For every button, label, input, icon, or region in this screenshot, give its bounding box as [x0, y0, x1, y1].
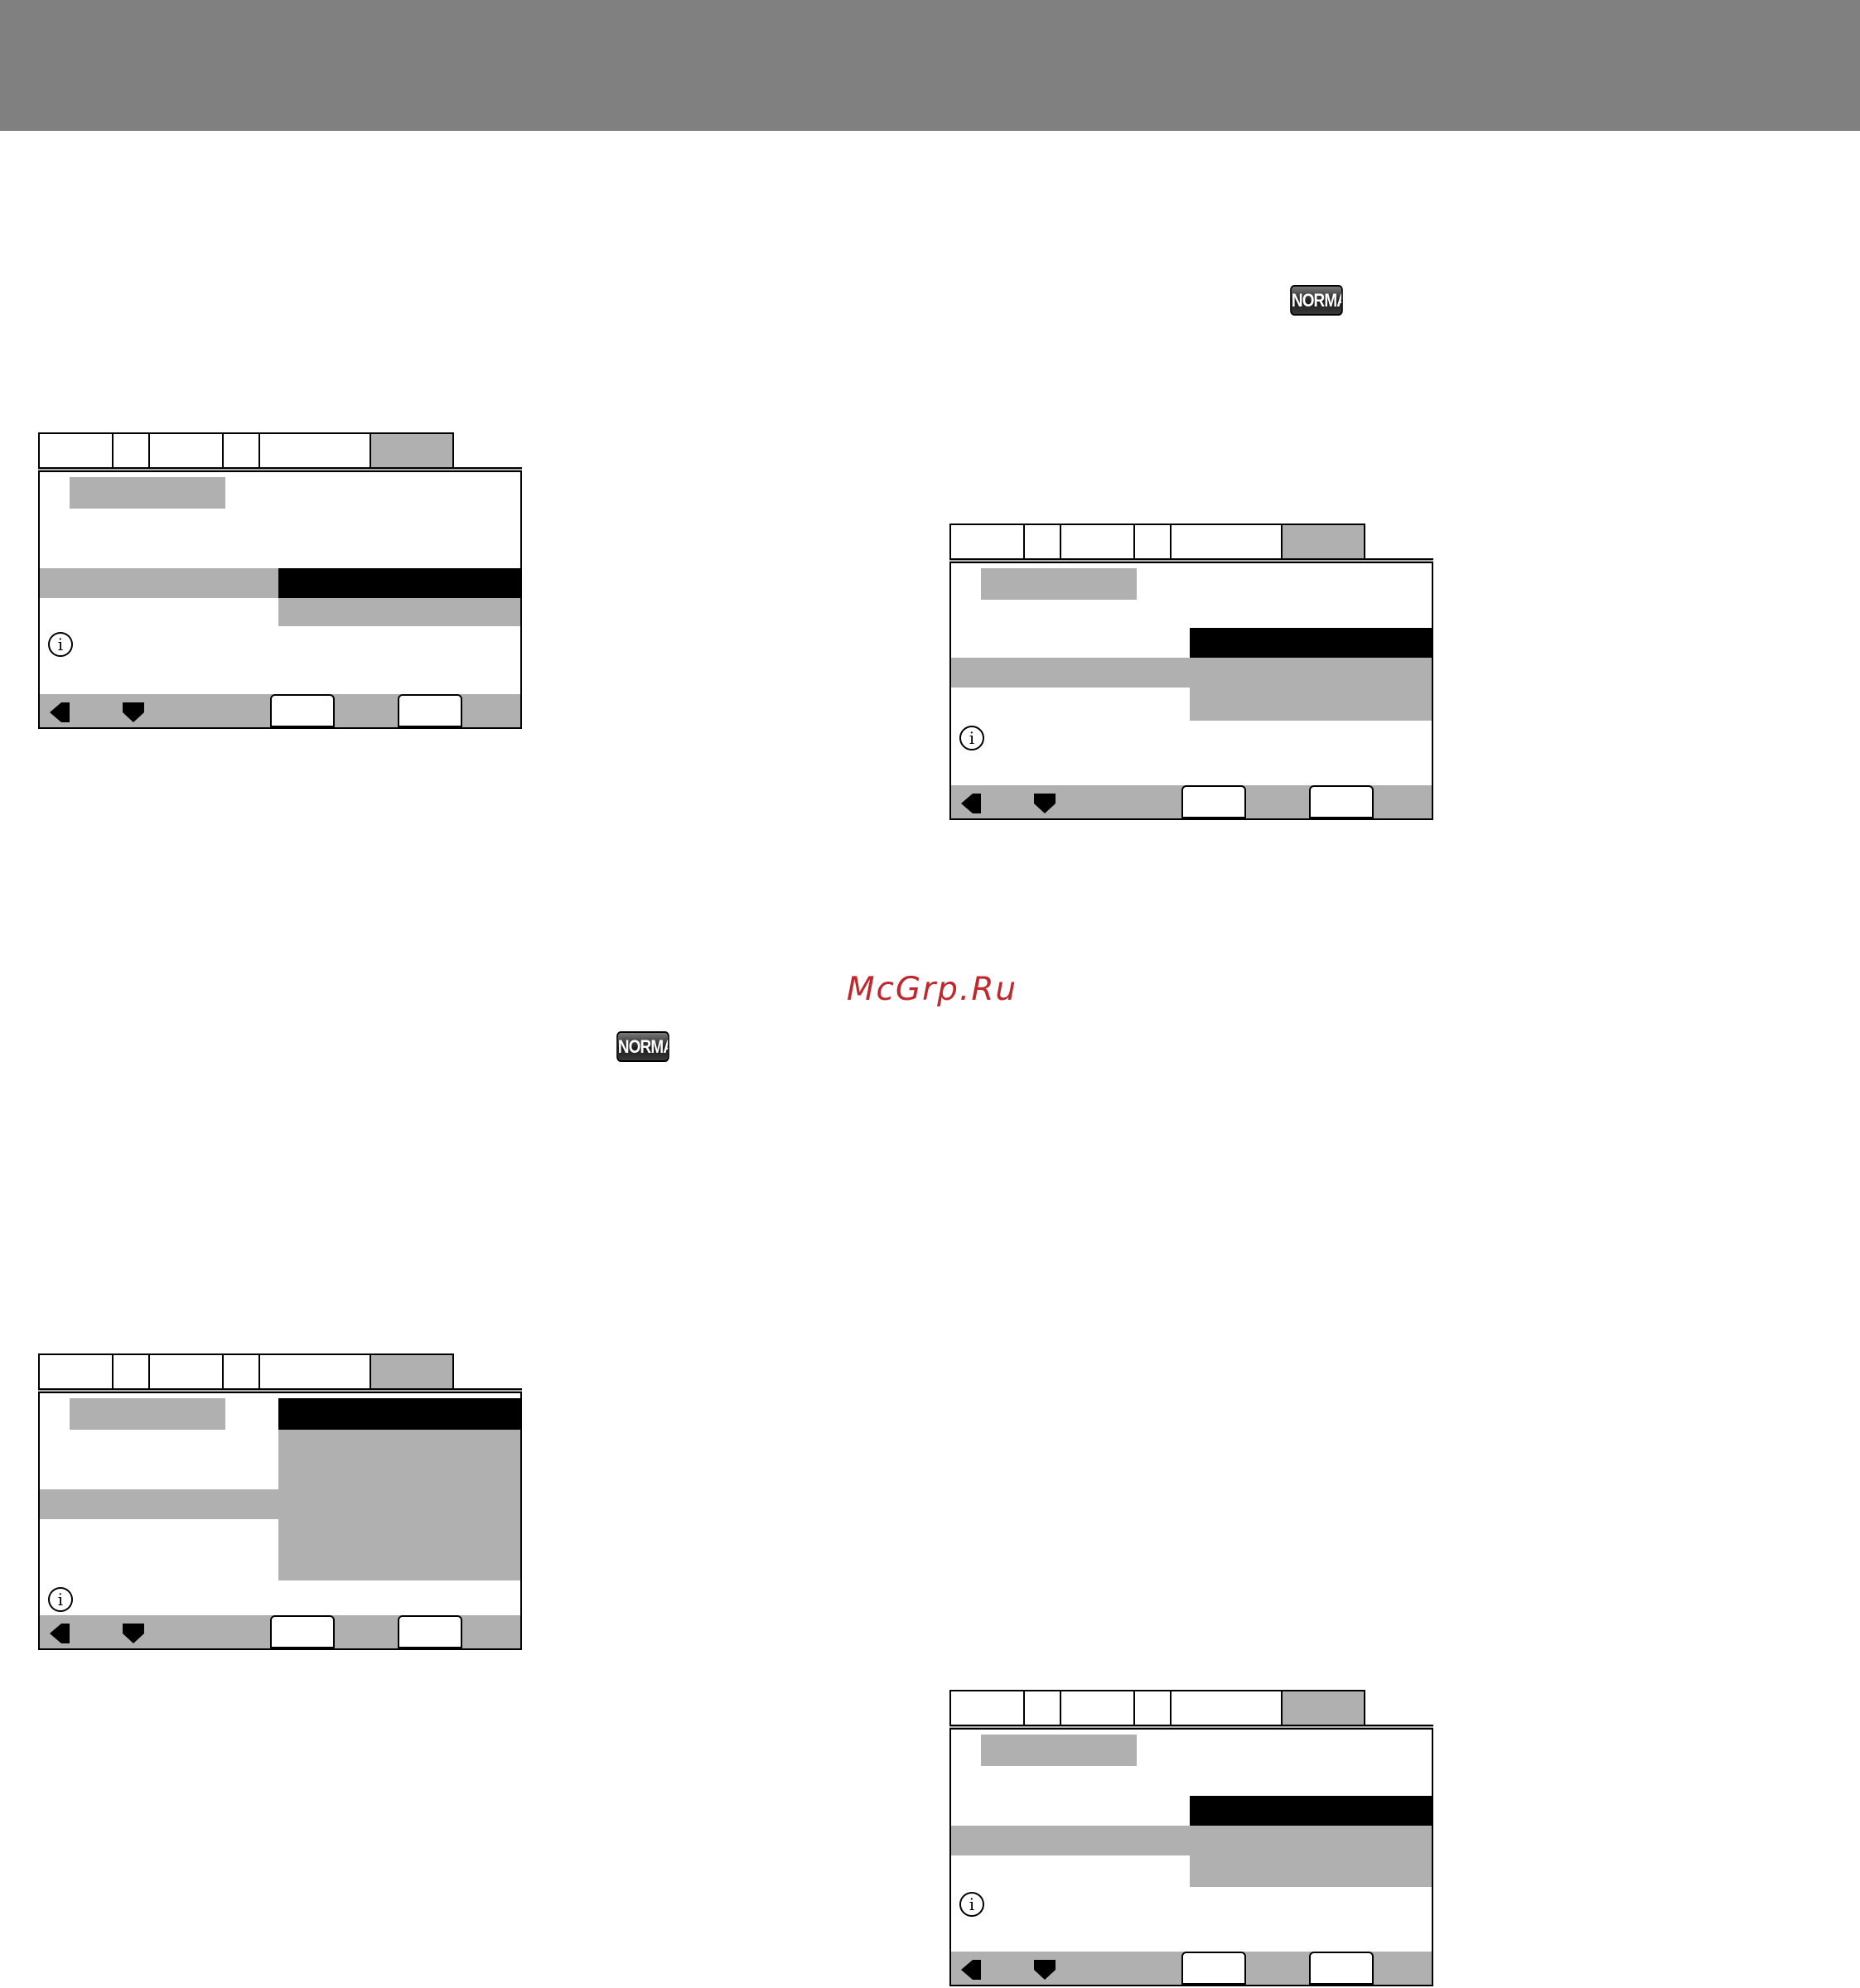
osd-tab-active[interactable] — [1281, 524, 1365, 562]
osd-tab-bar — [949, 1690, 1433, 1728]
info-icon: i — [48, 632, 73, 657]
osd-footer — [951, 785, 1432, 818]
osd-selected-row[interactable] — [40, 568, 278, 598]
osd-heading-highlight — [70, 1398, 225, 1430]
osd-heading-highlight — [981, 568, 1137, 600]
info-icon: i — [959, 1892, 984, 1917]
osd-tab-3[interactable] — [148, 1353, 222, 1390]
info-icon: i — [959, 726, 984, 750]
osd-menu-panel-4: i — [949, 1690, 1433, 1986]
osd-tab-bar — [949, 524, 1433, 562]
osd-footer-button-1[interactable] — [1181, 785, 1246, 818]
info-icon: i — [48, 1587, 73, 1612]
osd-tab-3[interactable] — [1060, 524, 1133, 560]
osd-footer-button-2[interactable] — [1309, 785, 1374, 818]
osd-tab-1[interactable] — [38, 432, 112, 469]
osd-tab-5[interactable] — [258, 432, 370, 469]
osd-footer — [951, 1952, 1432, 1985]
osd-tab-5[interactable] — [1170, 1690, 1281, 1726]
osd-footer-button-2[interactable] — [1309, 1952, 1374, 1985]
osd-tab-1[interactable] — [38, 1353, 112, 1390]
osd-tab-2[interactable] — [112, 1353, 148, 1390]
osd-selected-row[interactable] — [40, 1489, 278, 1519]
left-arrow-icon — [961, 794, 981, 813]
osd-body: i — [38, 472, 522, 729]
osd-footer-button-1[interactable] — [270, 694, 335, 727]
osd-option-list[interactable] — [1190, 658, 1432, 721]
osd-heading-highlight — [70, 477, 225, 509]
down-arrow-icon — [123, 702, 144, 722]
watermark: McGrp.Ru — [846, 971, 1018, 1008]
osd-body: i — [949, 563, 1433, 820]
osd-heading-highlight — [981, 1735, 1137, 1766]
osd-tab-1[interactable] — [949, 524, 1023, 560]
down-arrow-icon — [1034, 794, 1056, 813]
osd-body: i — [949, 1730, 1433, 1986]
osd-selected-option[interactable] — [278, 1398, 520, 1430]
osd-menu-panel-2: i — [949, 524, 1433, 820]
osd-tab-1[interactable] — [949, 1690, 1023, 1726]
osd-footer-button-2[interactable] — [398, 694, 462, 727]
osd-tab-active[interactable] — [370, 1353, 454, 1392]
osd-tab-2[interactable] — [1023, 524, 1060, 560]
osd-footer-button-1[interactable] — [1181, 1952, 1246, 1985]
osd-tab-active[interactable] — [370, 432, 454, 470]
osd-option[interactable] — [278, 598, 520, 626]
osd-selected-option[interactable] — [278, 568, 520, 598]
osd-tab-2[interactable] — [112, 432, 148, 469]
osd-tab-4[interactable] — [1133, 524, 1170, 560]
osd-body: i — [38, 1393, 522, 1650]
osd-option-list[interactable] — [1190, 1826, 1432, 1887]
osd-tab-4[interactable] — [222, 1353, 258, 1390]
osd-tab-3[interactable] — [1060, 1690, 1133, 1726]
normal-mode-badge: NORMAL — [616, 1031, 669, 1062]
osd-menu-panel-1: i — [38, 432, 522, 729]
osd-tab-3[interactable] — [148, 432, 222, 469]
osd-selected-option[interactable] — [1190, 1796, 1432, 1826]
osd-menu-panel-3: i — [38, 1353, 522, 1650]
osd-option-list[interactable] — [278, 1430, 520, 1580]
osd-tab-4[interactable] — [1133, 1690, 1170, 1726]
left-arrow-icon — [50, 1624, 70, 1643]
osd-selected-row[interactable] — [951, 1826, 1190, 1855]
osd-selected-row[interactable] — [951, 658, 1190, 688]
osd-tab-active[interactable] — [1281, 1690, 1365, 1728]
normal-mode-badge: NORMAL — [1290, 285, 1343, 316]
osd-tab-4[interactable] — [222, 432, 258, 469]
osd-footer-button-2[interactable] — [398, 1615, 462, 1648]
osd-selected-option[interactable] — [1190, 628, 1432, 658]
down-arrow-icon — [123, 1624, 144, 1643]
osd-tab-5[interactable] — [1170, 524, 1281, 560]
header-band — [0, 0, 1860, 131]
left-arrow-icon — [50, 702, 70, 722]
osd-footer — [40, 1615, 520, 1648]
osd-tab-bar — [38, 432, 522, 470]
down-arrow-icon — [1034, 1960, 1056, 1980]
osd-tab-5[interactable] — [258, 1353, 370, 1390]
osd-tab-2[interactable] — [1023, 1690, 1060, 1726]
osd-footer-button-1[interactable] — [270, 1615, 335, 1648]
left-arrow-icon — [961, 1960, 981, 1980]
osd-footer — [40, 694, 520, 727]
osd-tab-bar — [38, 1353, 522, 1392]
